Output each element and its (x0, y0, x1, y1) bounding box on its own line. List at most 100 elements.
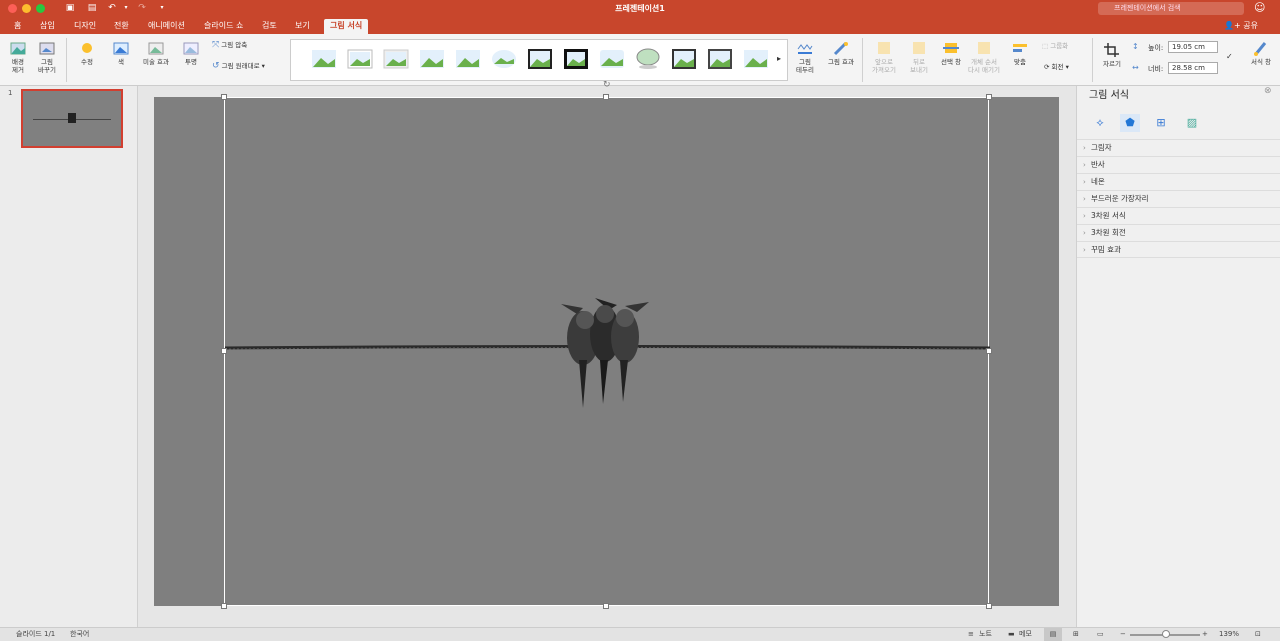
compress-pictures-button[interactable]: ⤧ 그림 압축 (212, 41, 247, 50)
comments-button[interactable]: 메모 (1019, 628, 1032, 641)
resize-handle-top-right[interactable] (986, 94, 992, 100)
transparency-button[interactable]: 투명 (176, 40, 206, 66)
zoom-level[interactable]: 139% (1219, 628, 1239, 641)
section-artistic-effects[interactable]: › 꾸밈 효과 (1077, 241, 1280, 258)
picture-style-2[interactable] (347, 48, 373, 70)
selected-picture[interactable] (224, 97, 990, 606)
crop-icon (1104, 43, 1119, 57)
remove-background-button[interactable]: 배경 제거 (6, 40, 30, 74)
fill-line-tab-icon[interactable]: ⟡ (1090, 114, 1110, 132)
resize-handle-left[interactable] (221, 348, 227, 354)
tab-insert[interactable]: 삽입 (34, 19, 61, 34)
sun-icon (82, 43, 92, 53)
resize-handle-bottom-right[interactable] (986, 603, 992, 609)
rotate-handle-icon[interactable]: ↻ (603, 80, 611, 90)
picture-style-1[interactable] (311, 48, 337, 70)
size-properties-tab-icon[interactable]: ⊞ (1151, 114, 1171, 132)
picture-style-11[interactable] (671, 48, 697, 70)
picture-style-5[interactable] (455, 48, 481, 70)
section-shadow[interactable]: › 그림자 (1077, 139, 1280, 156)
status-bar: 슬라이드 1/1 한국어 ≡ 노트 ▬ 메모 ▤ ⊞ ▭ − + 139% ⊡ (0, 627, 1280, 641)
picture-style-12[interactable] (707, 48, 733, 70)
resize-handle-top[interactable] (603, 94, 609, 100)
resize-handle-bottom[interactable] (603, 603, 609, 609)
slideshow-view-icon[interactable]: ▭ (1097, 628, 1104, 641)
chevron-right-icon: › (1083, 144, 1086, 152)
rotate-button[interactable]: ⟳ 회전 ▾ (1044, 63, 1069, 71)
picture-style-6[interactable] (491, 48, 517, 70)
share-button[interactable]: 👤+ 공유 (1224, 19, 1258, 33)
tab-transitions[interactable]: 전환 (108, 19, 135, 34)
color-label: 색 (118, 58, 124, 66)
tab-animations[interactable]: 애니메이션 (142, 19, 191, 34)
resize-handle-right[interactable] (986, 348, 992, 354)
feedback-smiley-icon[interactable]: ☺ (1254, 1, 1265, 14)
notes-icon: ≡ (968, 630, 974, 638)
artistic-effects-label: 미술 효과 (143, 58, 169, 66)
change-picture-button[interactable]: 그림 바꾸기 (34, 40, 60, 74)
align-button[interactable]: 맞춤 (1006, 40, 1034, 66)
zoom-in-icon[interactable]: + (1202, 628, 1208, 641)
section-3d-rotation[interactable]: › 3차원 회전 (1077, 224, 1280, 241)
picture-border-button[interactable]: 그림 테두리 (790, 40, 820, 74)
picture-style-4[interactable] (419, 48, 445, 70)
section-3d-format[interactable]: › 3차원 서식 (1077, 207, 1280, 224)
picture-tab-icon[interactable]: ▨ (1182, 114, 1202, 132)
height-field[interactable]: 19.05 cm (1168, 41, 1218, 53)
color-button[interactable]: 색 (106, 40, 136, 66)
notes-button[interactable]: 노트 (979, 628, 992, 641)
picture-style-9[interactable] (599, 48, 625, 70)
picture-effects-button[interactable]: 그림 효과 (824, 40, 858, 66)
group-label: 그룹화 (1050, 42, 1069, 50)
crop-button[interactable]: 자르기 (1098, 42, 1126, 68)
lock-aspect-icon[interactable]: ✓ (1226, 52, 1233, 61)
section-label: 3차원 서식 (1091, 211, 1126, 220)
picture-style-8[interactable] (563, 48, 589, 70)
zoom-slider-thumb[interactable] (1162, 630, 1170, 638)
zoom-out-icon[interactable]: − (1120, 628, 1126, 641)
bring-forward-button[interactable]: 앞으로 가져오기 (868, 40, 900, 74)
ribbon-divider (1092, 38, 1093, 82)
corrections-button[interactable]: 수정 (72, 40, 102, 66)
picture-style-10[interactable] (635, 48, 661, 70)
resize-handle-bottom-left[interactable] (221, 603, 227, 609)
group-button[interactable]: ⬚ 그룹화 (1042, 42, 1068, 50)
close-icon[interactable]: ⊗ (1264, 86, 1272, 96)
format-pane-button[interactable]: 서식 창 (1246, 40, 1276, 66)
picture-style-3[interactable] (383, 48, 409, 70)
border-icon (797, 44, 813, 54)
slide-sorter-icon[interactable]: ⊞ (1073, 628, 1079, 641)
section-glow[interactable]: › 네온 (1077, 173, 1280, 190)
tab-view[interactable]: 보기 (289, 19, 316, 34)
reorder-objects-button[interactable]: 개체 순서 다시 매기기 (966, 40, 1002, 74)
fit-to-window-icon[interactable]: ⊡ (1255, 628, 1261, 641)
tab-design[interactable]: 디자인 (68, 19, 102, 34)
tab-home[interactable]: 홈 (8, 19, 27, 34)
selection-pane-button[interactable]: 선택 창 (938, 40, 964, 66)
tab-review[interactable]: 검토 (256, 19, 283, 34)
send-backward-icon (913, 42, 925, 54)
format-pane-label: 서식 창 (1250, 58, 1271, 66)
selection-pane-icon (943, 43, 959, 53)
artistic-effects-button[interactable]: 미술 효과 (138, 40, 174, 66)
search-input[interactable]: 프레젠테이션에서 검색 (1098, 2, 1244, 15)
send-backward-button[interactable]: 뒤로 보내기 (904, 40, 934, 74)
gallery-more-icon[interactable]: ▸ (777, 54, 781, 63)
change-picture-icon (39, 42, 55, 55)
tab-slide-show[interactable]: 슬라이드 쇼 (198, 19, 249, 34)
picture-style-13[interactable] (743, 48, 769, 70)
width-field[interactable]: 28.58 cm (1168, 62, 1218, 74)
section-soft-edges[interactable]: › 부드러운 가장자리 (1077, 190, 1280, 207)
picture-style-7[interactable] (527, 48, 553, 70)
normal-view-icon[interactable]: ▤ (1044, 628, 1062, 641)
tab-picture-format[interactable]: 그림 서식 (324, 19, 369, 34)
effects-tab-icon[interactable]: ⬟ (1120, 114, 1140, 132)
align-label: 맞춤 (1014, 58, 1026, 66)
reset-picture-button[interactable]: ↺ 그림 원래대로 ▾ (212, 62, 265, 71)
language-indicator[interactable]: 한국어 (70, 628, 89, 641)
resize-handle-top-left[interactable] (221, 94, 227, 100)
section-label: 그림자 (1091, 143, 1112, 152)
pane-title: 그림 서식 (1089, 90, 1129, 101)
section-reflection[interactable]: › 반사 (1077, 156, 1280, 173)
slide-thumbnail-1[interactable] (21, 89, 123, 148)
